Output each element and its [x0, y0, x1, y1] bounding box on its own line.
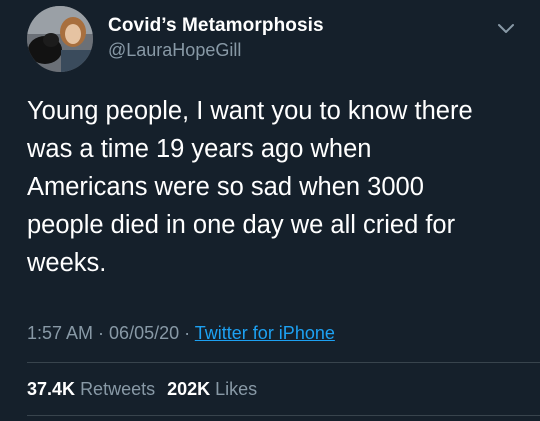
tweet-source-link[interactable]: Twitter for iPhone [195, 323, 335, 343]
meta-separator: · [93, 323, 110, 343]
engagement-stats: 37.4K Retweets 202K Likes [27, 379, 257, 400]
retweets-stat[interactable]: 37.4K Retweets [27, 379, 155, 399]
meta-separator: · [179, 323, 195, 343]
divider [27, 415, 540, 416]
likes-count: 202K [167, 379, 211, 399]
chevron-down-icon[interactable] [495, 20, 517, 38]
tweet-text: Young people, I want you to know there w… [27, 97, 473, 277]
retweets-label: Retweets [80, 379, 156, 399]
avatar-image [27, 6, 93, 72]
divider [27, 362, 540, 363]
user-handle[interactable]: @LauraHopeGill [108, 40, 241, 61]
retweets-count: 37.4K [27, 379, 76, 399]
likes-label: Likes [215, 379, 258, 399]
avatar[interactable] [27, 6, 93, 72]
likes-stat[interactable]: 202K Likes [167, 379, 257, 399]
tweet-card: Covid’s Metamorphosis @LauraHopeGill You… [0, 0, 540, 421]
tweet-meta: 1:57 AM · 06/05/20 · Twitter for iPhone [27, 323, 335, 344]
display-name[interactable]: Covid’s Metamorphosis [108, 15, 324, 37]
tweet-time[interactable]: 1:57 AM [27, 323, 93, 343]
tweet-date[interactable]: 06/05/20 [109, 323, 179, 343]
